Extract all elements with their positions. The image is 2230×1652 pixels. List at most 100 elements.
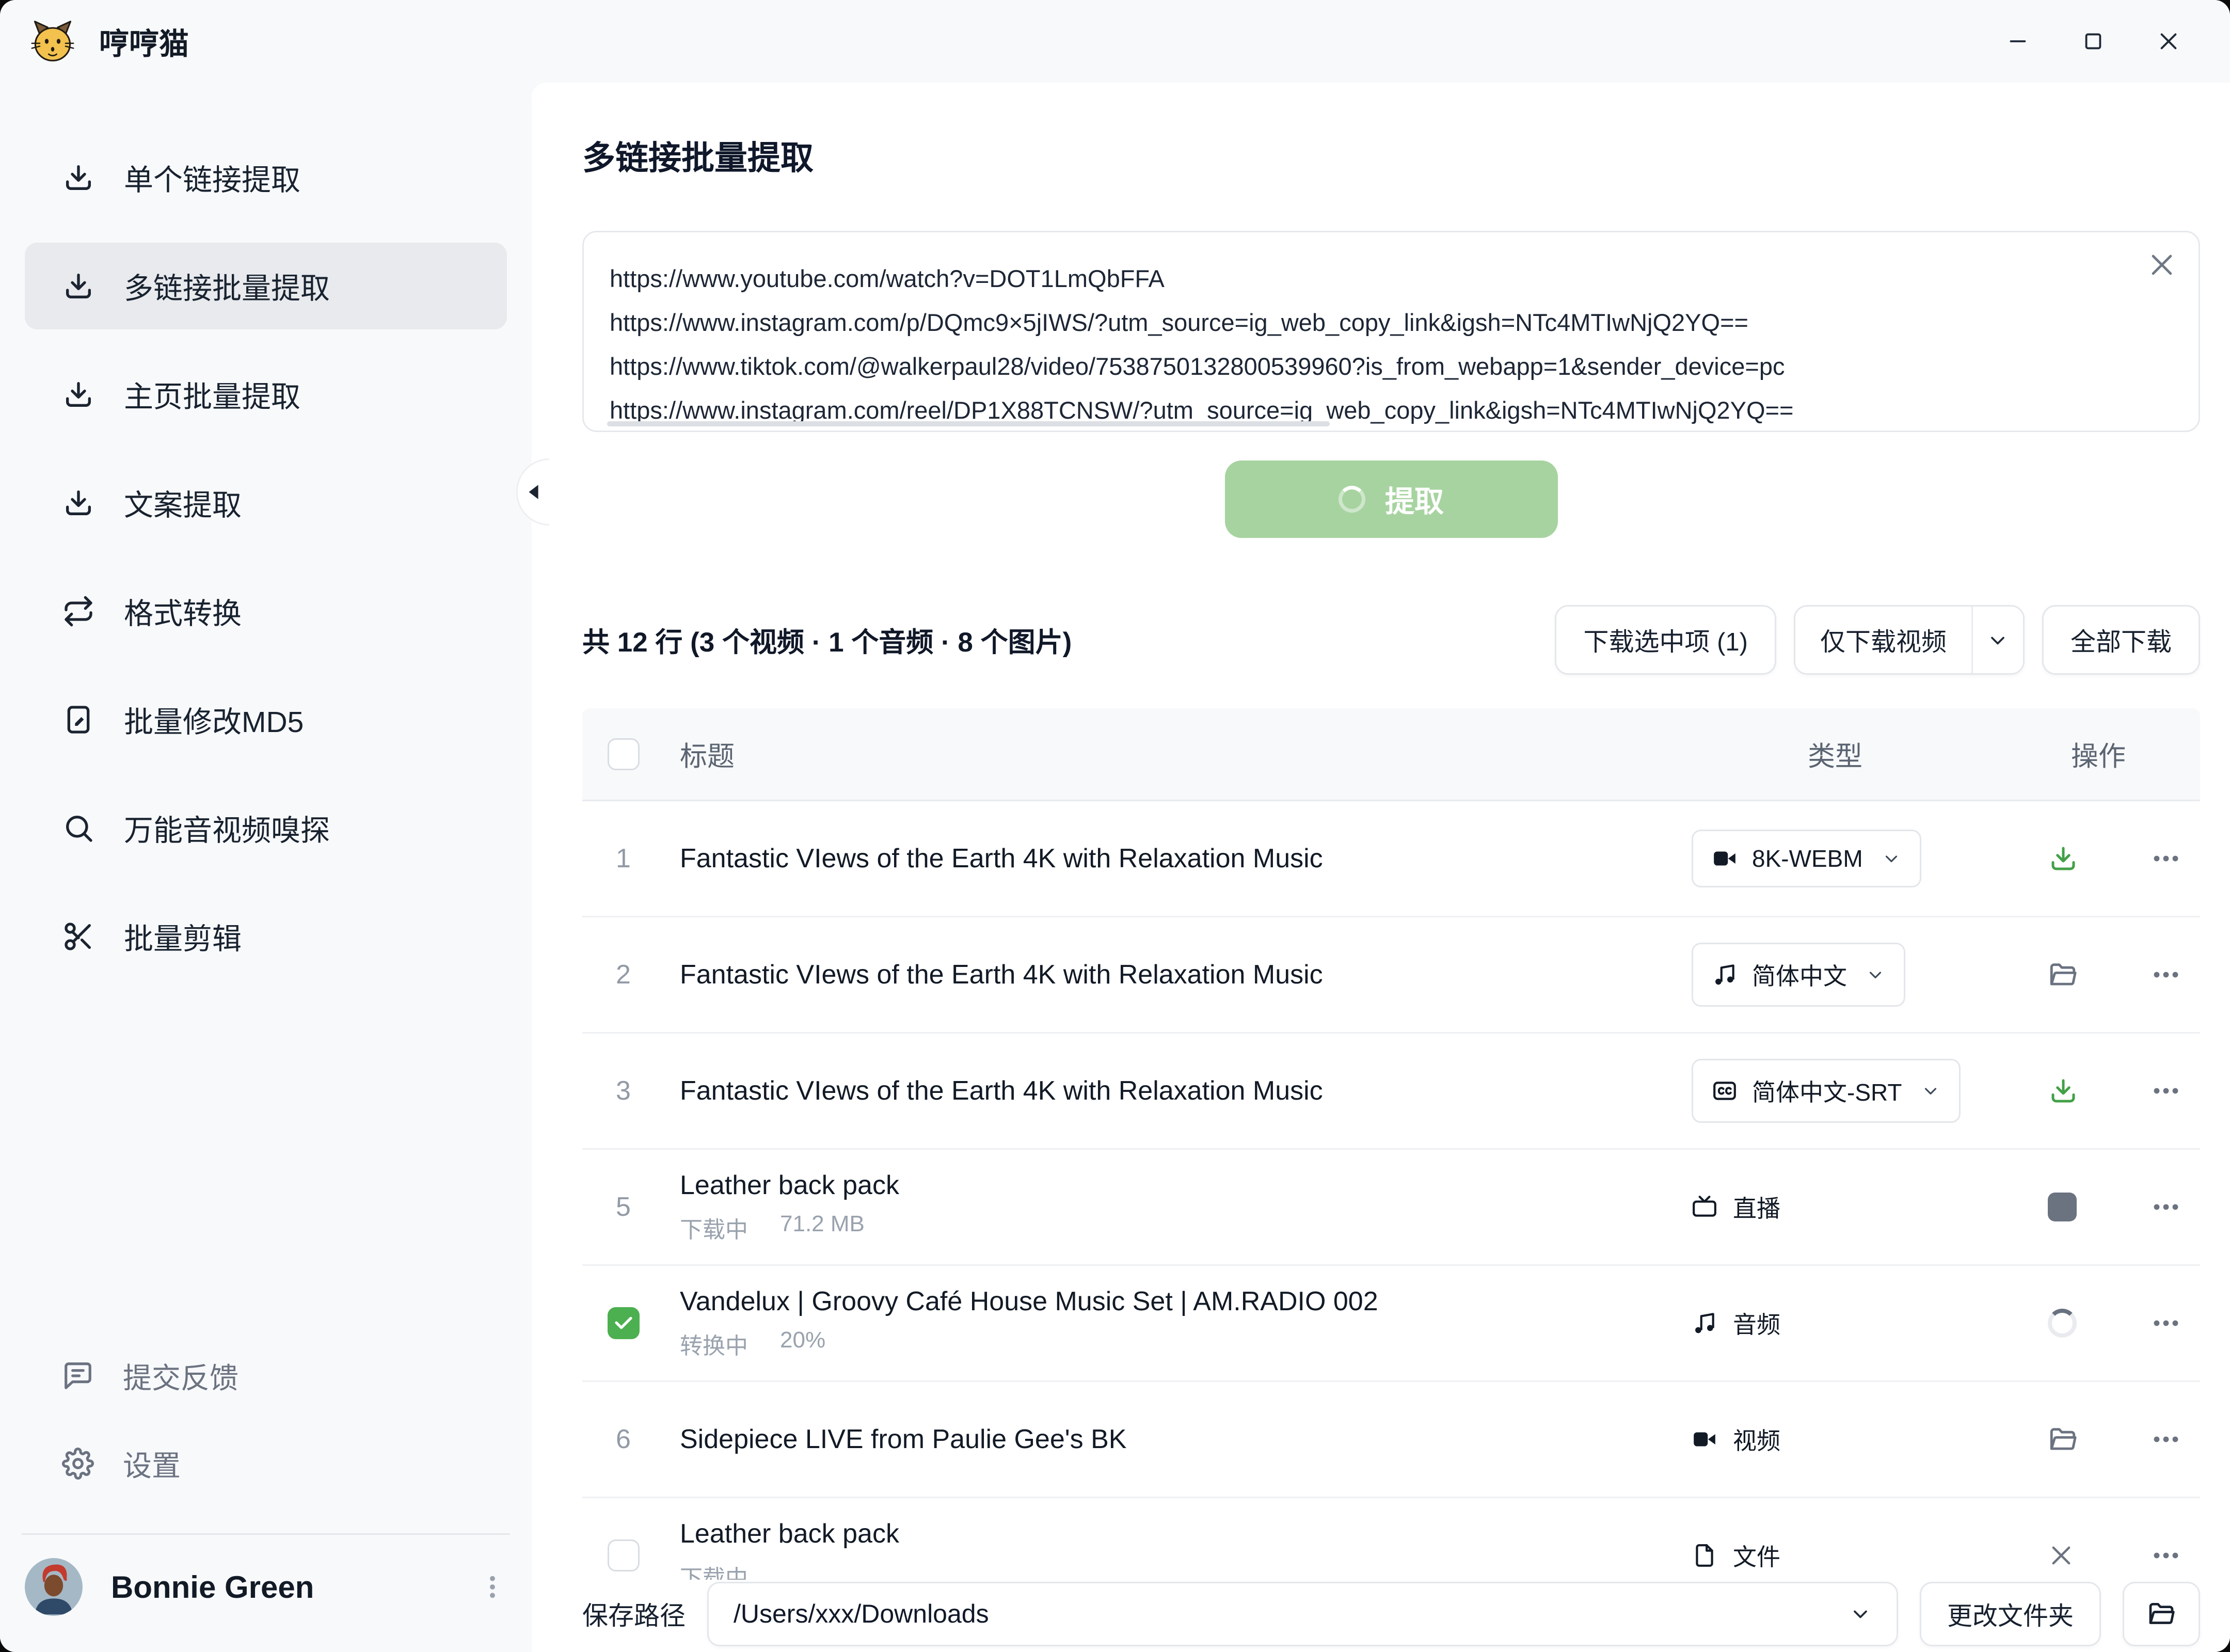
- download-icon: [2048, 1075, 2079, 1106]
- url-line: https://www.tiktok.com/@walkerpaul28/vid…: [610, 344, 2111, 388]
- clear-input-button[interactable]: [2145, 248, 2179, 282]
- table-body: 1 Fantastic VIews of the Earth 4K with Re…: [582, 801, 2200, 1580]
- row-menu-button[interactable]: [2150, 1435, 2182, 1444]
- type-dropdown[interactable]: 8K-WEBM: [1692, 830, 1921, 887]
- gear-icon: [62, 1448, 94, 1480]
- dots-vertical-icon: [478, 1572, 507, 1601]
- row-actions-cell: [2030, 1542, 2200, 1569]
- video-only-button[interactable]: 仅下载视频: [1795, 607, 1971, 673]
- menu-dots-icon: [2150, 854, 2182, 863]
- profile-name: Bonnie Green: [111, 1569, 478, 1605]
- sidebar-item-5[interactable]: 格式转换: [25, 568, 507, 655]
- menu-dots-icon: [2150, 1086, 2182, 1095]
- sidebar-item-label: 万能音视频嗅探: [124, 807, 330, 849]
- row-status: 转换中20%: [680, 1327, 1632, 1360]
- extract-button[interactable]: 提取: [1225, 460, 1558, 538]
- row-select-cell: 1: [604, 843, 643, 874]
- row-checkbox[interactable]: [608, 1539, 640, 1571]
- table-row: 2Fantastic VIews of the Earth 4K with Re…: [582, 917, 2200, 1034]
- download-all-button[interactable]: 全部下载: [2042, 605, 2200, 675]
- type-badge: 视频: [1692, 1422, 1780, 1456]
- header-actions: 操作: [2030, 735, 2200, 774]
- row-menu-button[interactable]: [2150, 854, 2182, 863]
- download-selected-button[interactable]: 下载选中项 (1): [1555, 605, 1776, 675]
- sidebar-item-label: 主页批量提取: [124, 373, 300, 416]
- close-icon: [2048, 1542, 2075, 1569]
- file-pen-icon: [62, 703, 95, 736]
- row-title: Leather back pack: [680, 1518, 1632, 1549]
- chevron-down-icon: [1882, 849, 1901, 868]
- row-menu-button[interactable]: [2150, 1319, 2182, 1328]
- sidebar-item-2[interactable]: 多链接批量提取: [25, 243, 507, 329]
- sidebar-footer-item[interactable]: 提交反馈: [25, 1337, 507, 1415]
- row-title-cell: Sidepiece LIVE from Paulie Gee's BK: [680, 1424, 1632, 1455]
- titlebar: 哼哼猫: [0, 0, 2230, 83]
- sidebar-item-label: 批量剪辑: [124, 915, 242, 958]
- url-line: https://www.youtube.com/watch?v=DOT1LmQb…: [610, 257, 2111, 300]
- row-menu-button[interactable]: [2150, 970, 2182, 979]
- clear-icon: [2147, 250, 2177, 280]
- close-icon: [2157, 29, 2180, 53]
- scissors-icon: [62, 920, 95, 953]
- row-title-cell: Leather back pack下载中: [680, 1518, 1632, 1580]
- type-label: 直播: [1733, 1190, 1780, 1224]
- type-label: 视频: [1733, 1422, 1780, 1456]
- open-save-folder-button[interactable]: [2123, 1582, 2200, 1646]
- row-actions-cell: [2030, 1309, 2200, 1338]
- table-row: 1Fantastic VIews of the Earth 4K with Re…: [582, 801, 2200, 917]
- row-title: Fantastic VIews of the Earth 4K with Rel…: [680, 1075, 1632, 1106]
- select-all-checkbox[interactable]: [608, 738, 640, 770]
- sidebar-item-8[interactable]: 批量剪辑: [25, 893, 507, 980]
- stop-button[interactable]: [2048, 1193, 2077, 1221]
- row-menu-button[interactable]: [2150, 1202, 2182, 1212]
- sidebar-item-6[interactable]: 批量修改MD5: [25, 676, 507, 763]
- sidebar-item-1[interactable]: 单个链接提取: [25, 134, 507, 221]
- save-path-select[interactable]: /Users/xxx/Downloads: [707, 1582, 1898, 1646]
- change-folder-button[interactable]: 更改文件夹: [1920, 1582, 2101, 1646]
- download-icon: [62, 378, 95, 411]
- video-icon: [1692, 1426, 1717, 1452]
- app-window: 哼哼猫 单个链接提取多链接批量提取主页批量提取文案提取格式转换批量: [0, 0, 2230, 1652]
- sidebar-item-4[interactable]: 文案提取: [25, 459, 507, 546]
- row-title-cell: Fantastic VIews of the Earth 4K with Rel…: [680, 1075, 1632, 1106]
- row-menu-button[interactable]: [2150, 1551, 2182, 1560]
- music-icon: [1692, 1310, 1717, 1336]
- open-folder-button[interactable]: [2048, 960, 2078, 990]
- type-dropdown[interactable]: 简体中文: [1692, 943, 1905, 1007]
- horizontal-scrollbar[interactable]: [607, 421, 1330, 426]
- close-button[interactable]: [2157, 29, 2180, 53]
- type-label: 简体中文: [1752, 958, 1847, 992]
- search-icon: [62, 812, 95, 845]
- avatar: [25, 1558, 83, 1616]
- sidebar-footer-item[interactable]: 设置: [25, 1425, 507, 1502]
- table-row: 6Sidepiece LIVE from Paulie Gee's BK视频: [582, 1382, 2200, 1498]
- profile-menu-button[interactable]: [478, 1572, 507, 1601]
- user-profile[interactable]: Bonnie Green: [0, 1535, 532, 1652]
- cancel-button[interactable]: [2048, 1542, 2075, 1569]
- sidebar-item-7[interactable]: 万能音视频嗅探: [25, 785, 507, 871]
- maximize-button[interactable]: [2081, 29, 2105, 53]
- sidebar-footer-label: 提交反馈: [123, 1355, 238, 1397]
- app-brand: 哼哼猫: [29, 18, 189, 65]
- row-menu-button[interactable]: [2150, 1086, 2182, 1095]
- download-button[interactable]: [2048, 843, 2079, 874]
- window-controls: [2006, 29, 2180, 53]
- download-button[interactable]: [2048, 1075, 2079, 1106]
- maximize-icon: [2081, 29, 2105, 53]
- cc-icon: [1712, 1078, 1738, 1104]
- open-folder-button[interactable]: [2048, 1424, 2078, 1454]
- row-title-cell: Fantastic VIews of the Earth 4K with Rel…: [680, 959, 1632, 990]
- row-checkbox-checked[interactable]: [608, 1307, 640, 1339]
- video-only-dropdown-button[interactable]: [1971, 607, 2023, 673]
- url-input[interactable]: https://www.youtube.com/watch?v=DOT1LmQb…: [582, 231, 2200, 432]
- sidebar: 单个链接提取多链接批量提取主页批量提取文案提取格式转换批量修改MD5 万能音视频嗅…: [0, 83, 532, 1652]
- extract-button-label: 提取: [1385, 478, 1444, 520]
- sidebar-footer-label: 设置: [123, 1443, 181, 1485]
- type-badge: 直播: [1692, 1190, 1780, 1224]
- minimize-button[interactable]: [2006, 29, 2030, 53]
- type-dropdown[interactable]: 简体中文-SRT: [1692, 1059, 1961, 1123]
- feedback-icon: [62, 1360, 94, 1392]
- sidebar-item-3[interactable]: 主页批量提取: [25, 351, 507, 438]
- row-select-cell: [604, 1539, 643, 1571]
- row-title-cell: Vandelux | Groovy Café House Music Set |…: [680, 1286, 1632, 1360]
